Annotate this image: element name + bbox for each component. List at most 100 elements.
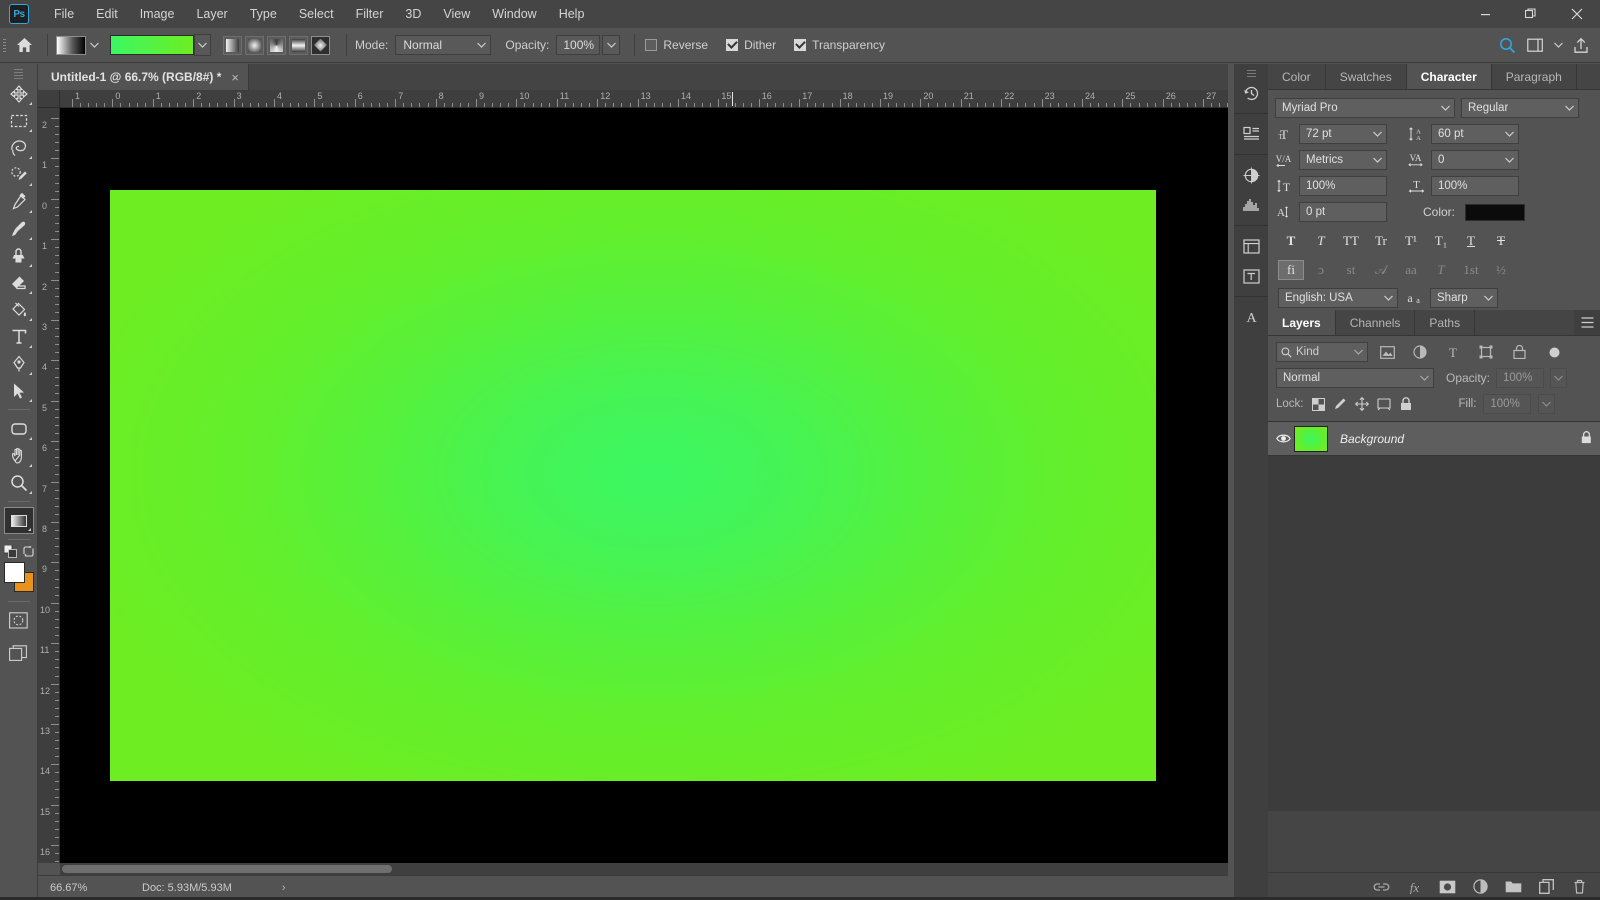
contextual-alternates-button[interactable]: ɔ	[1308, 260, 1334, 280]
menu-item-type[interactable]: Type	[239, 0, 288, 28]
horizontal-scale-input[interactable]: 100%	[1431, 176, 1519, 196]
gradient-swatch-preview[interactable]	[110, 35, 194, 55]
new-layer-button[interactable]	[1538, 878, 1555, 895]
quick-selection-tool[interactable]	[4, 161, 34, 188]
document-tab-close-icon[interactable]: ×	[231, 70, 239, 85]
eyedropper-tool[interactable]	[4, 188, 34, 215]
titling-alternates-button[interactable]: T	[1428, 260, 1454, 280]
fractions-button[interactable]: ½	[1488, 260, 1514, 280]
language-select[interactable]: English: USA	[1278, 288, 1398, 308]
text-color-swatch[interactable]	[1465, 203, 1526, 221]
screen-mode-icon[interactable]	[4, 640, 34, 667]
workspace-icon[interactable]	[1522, 32, 1548, 58]
tab-layers[interactable]: Layers	[1268, 310, 1336, 335]
layer-opacity-input[interactable]: 100%	[1496, 368, 1545, 388]
tab-character[interactable]: Character	[1406, 64, 1492, 89]
new-group-button[interactable]	[1505, 878, 1522, 895]
menu-item-select[interactable]: Select	[288, 0, 345, 28]
rectangle-tool[interactable]	[4, 415, 34, 442]
eraser-tool[interactable]	[4, 269, 34, 296]
linear-gradient-button[interactable]	[223, 35, 242, 55]
layer-thumbnail[interactable]	[1294, 425, 1328, 452]
font-style-select[interactable]: Regular	[1461, 98, 1579, 118]
lasso-tool[interactable]	[4, 134, 34, 161]
ordinals-button[interactable]: 1st	[1458, 260, 1484, 280]
dither-checkbox[interactable]: Dither	[726, 38, 776, 52]
workspace-chevron-down-icon[interactable]	[1550, 32, 1566, 58]
layer-name[interactable]: Background	[1328, 432, 1581, 446]
filter-shape-icon[interactable]	[1472, 342, 1500, 362]
history-icon[interactable]	[1234, 78, 1268, 108]
menu-item-image[interactable]: Image	[129, 0, 186, 28]
gradient-swatch-chevron-down-icon[interactable]	[194, 34, 211, 56]
status-bar-chevron-icon[interactable]: ›	[282, 882, 286, 894]
layer-row[interactable]: Background	[1268, 422, 1600, 456]
search-icon[interactable]	[1494, 32, 1520, 58]
baseline-shift-input[interactable]: 0 pt	[1299, 202, 1387, 222]
faux-italic-button[interactable]: T	[1308, 231, 1334, 251]
minimize-button[interactable]	[1462, 0, 1508, 28]
small-caps-button[interactable]: Tr	[1368, 231, 1394, 251]
lock-position-icon[interactable]	[1355, 397, 1370, 412]
reverse-checkbox-box[interactable]	[645, 39, 658, 51]
scrollbar-thumb[interactable]	[62, 865, 392, 873]
quick-mask-icon[interactable]	[4, 607, 34, 634]
lock-image-pixels-icon[interactable]	[1333, 397, 1348, 412]
link-layers-button[interactable]	[1373, 878, 1390, 895]
tab-channels[interactable]: Channels	[1335, 310, 1416, 335]
blend-mode-select[interactable]: Normal	[395, 35, 492, 55]
document-tab[interactable]: Untitled-1 @ 66.7% (RGB/8#) * ×	[38, 64, 249, 90]
font-family-select[interactable]: Myriad Pro	[1275, 98, 1455, 118]
character-styles-icon[interactable]	[1234, 261, 1268, 291]
menu-item-3d[interactable]: 3D	[394, 0, 432, 28]
superscript-button[interactable]: T¹	[1398, 231, 1424, 251]
marquee-tool[interactable]	[4, 107, 34, 134]
discretionary-ligatures-button[interactable]: st	[1338, 260, 1364, 280]
swash-button[interactable]: 𝒜	[1368, 260, 1394, 280]
horizontal-ruler[interactable]: 1 0 1 2 3 4 5 6 7 8 9 10 11 12 13 14 15 16 17 18 19 20 21 22 23 2…	[60, 90, 1228, 108]
transparency-checkbox-box[interactable]	[794, 39, 807, 51]
menu-item-edit[interactable]: Edit	[85, 0, 129, 28]
dither-checkbox-box[interactable]	[726, 39, 739, 51]
fill-chevron-down-icon[interactable]	[1538, 394, 1556, 414]
maximize-restore-button[interactable]	[1508, 0, 1554, 28]
zoom-level[interactable]: 66.67%	[38, 882, 106, 894]
default-colors-icon[interactable]	[3, 544, 17, 561]
move-tool[interactable]	[4, 80, 34, 107]
share-icon[interactable]	[1568, 32, 1594, 58]
gradient-preset-thumbnail[interactable]	[56, 35, 86, 55]
reverse-checkbox[interactable]: Reverse	[645, 38, 708, 52]
zoom-tool[interactable]	[4, 469, 34, 496]
menu-item-file[interactable]: File	[43, 0, 85, 28]
diamond-gradient-button[interactable]	[311, 35, 330, 55]
close-button[interactable]	[1554, 0, 1600, 28]
pen-tool[interactable]	[4, 350, 34, 377]
vertical-scale-input[interactable]: 100%	[1299, 176, 1387, 196]
gradient-editor-swatch[interactable]	[110, 34, 211, 56]
layer-list[interactable]: Background	[1268, 421, 1600, 811]
all-caps-button[interactable]: TT	[1338, 231, 1364, 251]
foreground-color-swatch[interactable]	[3, 562, 25, 583]
lock-all-icon[interactable]	[1399, 397, 1414, 412]
lock-transparent-pixels-icon[interactable]	[1311, 397, 1326, 412]
home-icon[interactable]	[9, 28, 39, 63]
filter-power-toggle[interactable]	[1540, 342, 1568, 362]
layer-opacity-chevron-down-icon[interactable]	[1550, 368, 1568, 388]
gradient-tool[interactable]	[3, 507, 34, 534]
menu-item-filter[interactable]: Filter	[345, 0, 395, 28]
menu-item-help[interactable]: Help	[548, 0, 596, 28]
underline-button[interactable]: T	[1458, 231, 1484, 251]
histogram-icon[interactable]	[1234, 190, 1268, 220]
strikethrough-button[interactable]: Ŧ	[1488, 231, 1514, 251]
layer-blend-mode-select[interactable]: Normal	[1276, 368, 1434, 388]
tracking-input[interactable]: 0	[1431, 150, 1519, 170]
clone-stamp-tool[interactable]	[4, 242, 34, 269]
delete-layer-button[interactable]	[1571, 878, 1588, 895]
tools-panel-grip[interactable]	[14, 68, 23, 80]
menu-item-layer[interactable]: Layer	[185, 0, 238, 28]
canvas-area[interactable]	[60, 108, 1228, 863]
tab-color[interactable]: Color	[1268, 64, 1326, 89]
filter-pixel-icon[interactable]	[1373, 342, 1401, 362]
subscript-button[interactable]: T₁	[1428, 231, 1454, 251]
hand-tool[interactable]	[4, 442, 34, 469]
